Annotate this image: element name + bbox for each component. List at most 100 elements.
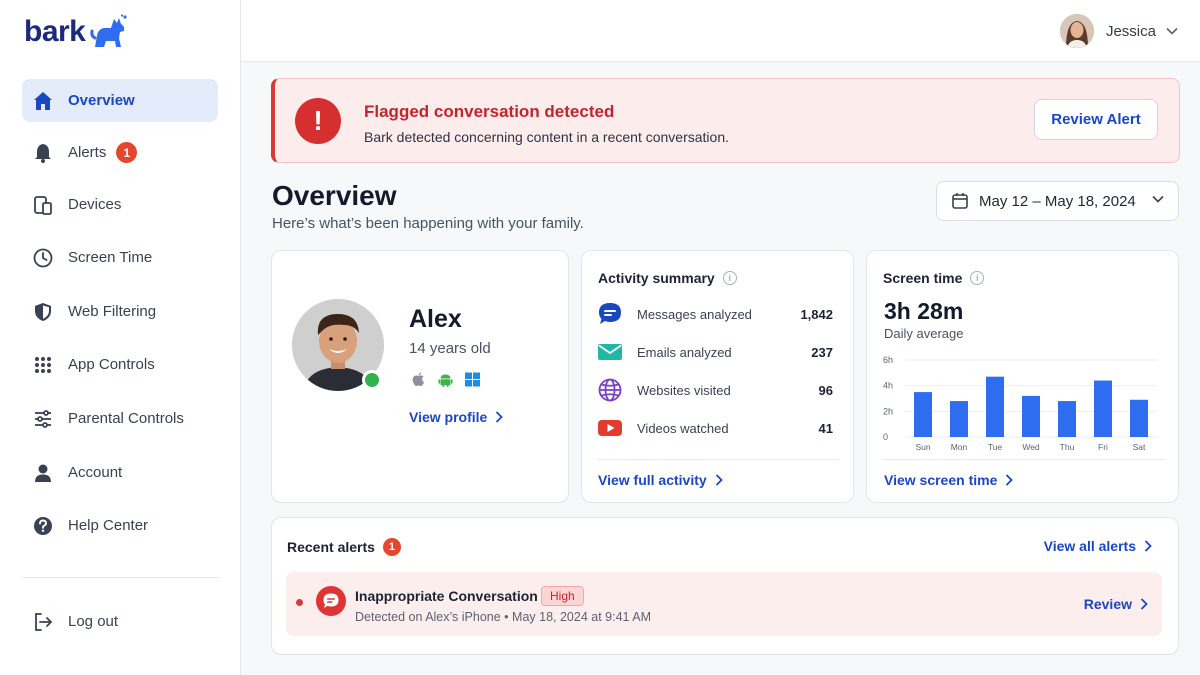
sidebar-item-overview[interactable]: Overview: [22, 79, 218, 122]
sidebar-item-web-filtering[interactable]: Web Filtering: [22, 290, 218, 333]
chat-icon: [597, 301, 623, 327]
card-title-text: Activity summary: [598, 270, 715, 286]
view-screen-time-label: View screen time: [884, 472, 998, 488]
child-profile-card: Alex 14 years old View profile: [271, 250, 569, 503]
recent-alerts-title: Recent alerts 1: [287, 538, 401, 556]
review-alert-link[interactable]: Review: [1084, 596, 1148, 612]
top-bar: Jessica: [241, 0, 1200, 62]
sidebar-item-help-center[interactable]: Help Center: [22, 504, 218, 547]
bark-logo[interactable]: bark: [24, 14, 127, 50]
chevron-right-icon: [1140, 598, 1148, 610]
windows-icon: [465, 372, 480, 387]
logout-button[interactable]: Log out: [22, 600, 218, 643]
activity-row-videos: Videos watched 41: [597, 415, 833, 441]
chevron-down-icon: [1152, 195, 1164, 203]
logout-icon: [32, 611, 54, 633]
alerts-count-badge: 1: [116, 142, 138, 163]
sidebar-item-devices[interactable]: Devices: [22, 183, 218, 226]
bar-thu: [1058, 401, 1076, 437]
card-divider: [882, 459, 1164, 460]
view-full-activity-link[interactable]: View full activity: [598, 472, 723, 488]
view-profile-link[interactable]: View profile: [409, 409, 504, 425]
card-title-text: Screen time: [883, 270, 963, 286]
help-icon: [32, 515, 54, 537]
alert-list-item[interactable]: Inappropriate Conversation High Detected…: [286, 572, 1162, 636]
bar-mon: [950, 401, 968, 437]
date-range-text: May 12 – May 18, 2024: [979, 192, 1136, 210]
y-tick-label: 0: [883, 432, 888, 442]
sidebar-item-label: Devices: [68, 196, 122, 213]
grid-icon: [32, 354, 54, 376]
activity-value: 41: [818, 420, 833, 436]
view-all-alerts-label: View all alerts: [1043, 538, 1136, 554]
screen-time-card: Screen time i 3h 28m Daily average 0 2h 4h…: [866, 250, 1179, 503]
child-name: Alex: [409, 305, 462, 333]
sidebar-item-label: App Controls: [68, 356, 155, 373]
page-title: Overview: [272, 180, 397, 211]
screen-time-total: 3h 28m: [884, 298, 964, 324]
severity-badge: High: [541, 586, 584, 606]
unread-dot: [296, 599, 303, 606]
home-icon: [32, 90, 54, 112]
x-tick-label: Tue: [988, 442, 1003, 452]
x-tick-label: Wed: [1022, 442, 1040, 452]
child-age: 14 years old: [409, 340, 491, 357]
y-tick-label: 4h: [883, 381, 893, 391]
banner-subtitle: Bark detected concerning content in a re…: [364, 129, 729, 145]
sidebar-item-screen-time[interactable]: Screen Time: [22, 236, 218, 279]
activity-label: Emails analyzed: [637, 344, 732, 360]
activity-row-websites: Websites visited 96: [597, 377, 833, 403]
alert-title: Inappropriate Conversation: [355, 588, 538, 604]
activity-value: 237: [811, 344, 833, 360]
dog-logo-icon: [90, 14, 127, 47]
alert-exclamation-icon: !: [295, 98, 341, 144]
card-divider: [597, 459, 839, 460]
recent-alerts-title-text: Recent alerts: [287, 539, 375, 555]
activity-label: Messages analyzed: [637, 306, 752, 322]
screen-time-title: Screen time i: [883, 270, 985, 286]
info-icon[interactable]: i: [722, 271, 737, 285]
user-menu[interactable]: Jessica: [1059, 14, 1178, 48]
logo-text: bark: [24, 15, 86, 48]
activity-value: 96: [818, 382, 833, 398]
sidebar-item-label: Alerts: [68, 144, 107, 161]
bar-wed: [1022, 395, 1040, 437]
bar-sat: [1130, 399, 1148, 437]
devices-icon: [32, 194, 54, 216]
bar-fri: [1094, 380, 1112, 437]
review-alert-button[interactable]: Review Alert: [1034, 99, 1158, 140]
android-icon: [438, 374, 453, 387]
activity-label: Websites visited: [637, 382, 731, 398]
sidebar-item-label: Web Filtering: [68, 303, 157, 320]
date-range-picker[interactable]: May 12 – May 18, 2024: [936, 181, 1179, 221]
person-icon: [32, 462, 54, 484]
x-tick-label: Sat: [1133, 442, 1146, 452]
x-tick-label: Fri: [1098, 442, 1108, 452]
sidebar-item-label: Help Center: [68, 517, 149, 534]
sidebar-item-account[interactable]: Account: [22, 451, 218, 494]
sidebar-divider: [22, 577, 220, 578]
x-tick-label: Sun: [915, 442, 930, 452]
page-subtitle: Here’s what’s been happening with your f…: [272, 215, 584, 232]
chevron-right-icon: [1144, 540, 1152, 552]
activity-row-emails: Emails analyzed 237: [597, 339, 833, 365]
chevron-down-icon: [1166, 27, 1178, 35]
clock-icon: [32, 247, 54, 269]
view-screen-time-link[interactable]: View screen time: [884, 472, 1014, 488]
sidebar-item-alerts[interactable]: Alerts 1: [22, 131, 218, 174]
view-all-alerts-link[interactable]: View all alerts: [1044, 538, 1152, 554]
online-status-dot: [362, 370, 382, 390]
sidebar-item-app-controls[interactable]: App Controls: [22, 343, 218, 386]
activity-row-messages: Messages analyzed 1,842: [597, 301, 833, 327]
info-icon[interactable]: i: [970, 271, 985, 285]
sidebar-item-parental-controls[interactable]: Parental Controls: [22, 397, 218, 440]
y-tick-label: 2h: [883, 406, 893, 416]
chevron-right-icon: [715, 474, 723, 486]
bell-icon: [32, 142, 54, 164]
y-tick-label: 6h: [883, 355, 893, 365]
chevron-right-icon: [1006, 474, 1014, 486]
view-profile-label: View profile: [409, 409, 488, 425]
screen-time-bar-chart: 0 2h 4h 6h Sun Mon Tue Wed Thu Fri Sat: [883, 355, 1157, 452]
x-tick-label: Thu: [1060, 442, 1075, 452]
x-tick-label: Mon: [951, 442, 968, 452]
